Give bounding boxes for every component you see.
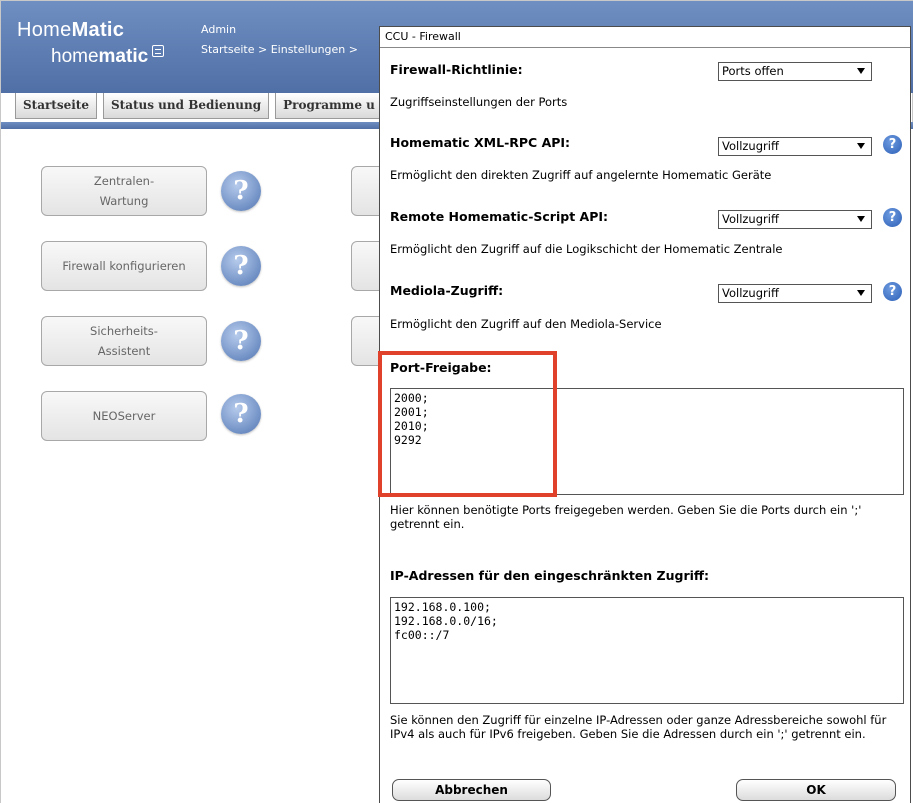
chevron-down-icon [857,68,865,74]
main-nav: Startseite Status und Bedienung Programm… [15,93,383,121]
chevron-down-icon [857,216,865,222]
script-api-label: Remote Homematic-Script API: [390,209,609,224]
port-freigabe-description: Hier können benötigte Ports freigegeben … [390,503,862,531]
sicherheits-assistent-button[interactable]: Sicherheits- Assistent [41,316,207,366]
help-icon[interactable]: ? [221,171,261,211]
ok-button[interactable]: OK [736,779,896,801]
help-icon[interactable]: ? [883,208,902,227]
tab-status-und-bedienung[interactable]: Status und Bedienung [102,93,270,119]
user-name: Admin [201,23,237,36]
mediola-description: Ermöglicht den Zugriff auf den Mediola-S… [390,317,662,331]
neoserver-button[interactable]: NEOServer [41,391,207,441]
ip-addresses-label: IP-Adressen für den eingeschränkten Zugr… [390,568,710,583]
mediola-label: Mediola-Zugriff: [390,283,504,298]
firewall-policy-select[interactable]: Ports offen [718,62,872,81]
xmlrpc-label: Homematic XML-RPC API: [390,135,571,150]
tab-startseite[interactable]: Startseite [15,93,97,119]
script-api-description: Ermöglicht den Zugriff auf die Logikschi… [390,242,783,256]
chevron-down-icon [857,290,865,296]
homematic-logo: HomeMatic [17,19,125,41]
homematic-mark-icon [152,45,165,57]
homematic-logo-lowercase: homematic [51,45,165,68]
cancel-button[interactable]: Abbrechen [392,779,551,801]
tab-programme[interactable]: Programme u [275,93,383,119]
help-icon[interactable]: ? [883,135,902,154]
chevron-down-icon [857,143,865,149]
mediola-select[interactable]: Vollzugriff [718,284,872,303]
ip-addresses-description: Sie können den Zugriff für einzelne IP-A… [390,713,887,741]
xmlrpc-select[interactable]: Vollzugriff [718,137,872,156]
firewall-policy-label: Firewall-Richtlinie: [390,62,523,77]
dialog-title: CCU - Firewall [380,27,910,48]
ip-addresses-textarea[interactable]: 192.168.0.100; 192.168.0.0/16; fc00::/7 [390,597,904,704]
help-icon[interactable]: ? [883,282,902,301]
port-freigabe-highlight [378,351,557,497]
xmlrpc-description: Ermöglicht den direkten Zugriff auf ange… [390,168,772,182]
firewall-policy-description: Zugriffseinstellungen der Ports [390,95,568,109]
help-icon[interactable]: ? [221,246,261,286]
help-icon[interactable]: ? [221,394,261,434]
help-icon[interactable]: ? [221,321,261,361]
script-api-select[interactable]: Vollzugriff [718,210,872,229]
firewall-konfigurieren-button[interactable]: Firewall konfigurieren [41,241,207,291]
zentralen-wartung-button[interactable]: Zentralen- Wartung [41,166,207,216]
breadcrumb[interactable]: Startseite > Einstellungen > [201,43,358,56]
